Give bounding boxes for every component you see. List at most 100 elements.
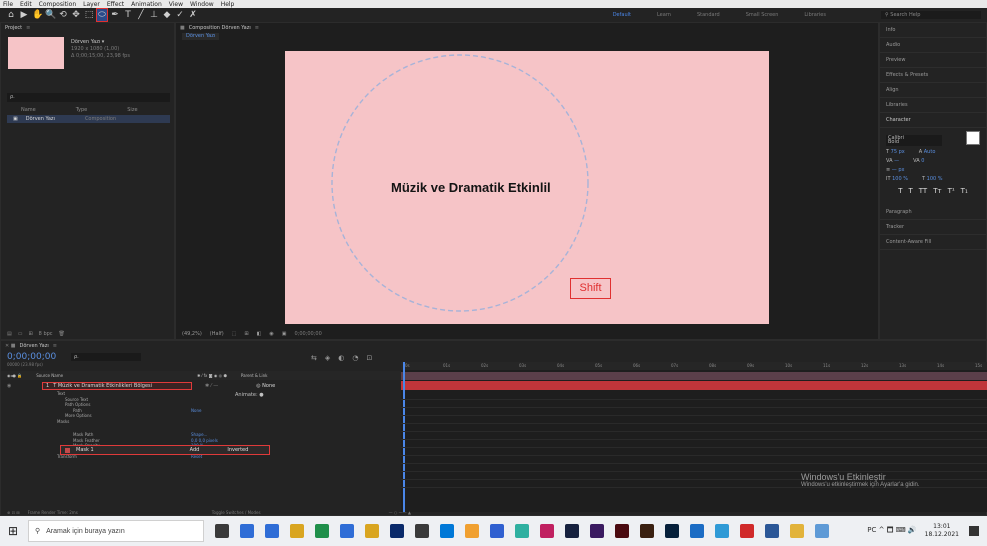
taskbar-app-icon[interactable] xyxy=(390,524,404,538)
panel-align[interactable]: Align xyxy=(880,83,986,98)
taskbar-app-icon[interactable] xyxy=(440,524,454,538)
bpc-label[interactable]: 8 bpc xyxy=(39,331,53,337)
work-area-bar[interactable] xyxy=(401,372,987,380)
menu-layer[interactable]: Layer xyxy=(83,1,100,8)
taskbar-app-icon[interactable] xyxy=(740,524,754,538)
vertical-scale-field[interactable]: IT 100 % xyxy=(886,175,908,184)
new-folder-icon[interactable]: ▭ xyxy=(18,331,23,337)
col-name[interactable]: Name xyxy=(21,107,36,114)
tool-12-icon[interactable]: ◆ xyxy=(162,9,172,21)
tracking-field[interactable]: VA 0 xyxy=(913,157,924,166)
property-value[interactable]: Reset xyxy=(191,454,202,459)
panel-info[interactable]: Info xyxy=(880,23,986,38)
tool-9-icon[interactable]: T xyxy=(123,9,133,21)
property-value[interactable]: None xyxy=(191,408,201,413)
tool-7-icon[interactable]: ⬭ xyxy=(96,8,108,22)
motion-blur-icon[interactable]: ◐ xyxy=(338,354,344,362)
tool-5-icon[interactable]: ✥ xyxy=(71,9,81,21)
windows-start-icon[interactable]: ⊞ xyxy=(8,524,24,538)
col-source-name[interactable]: Source Name xyxy=(36,373,63,378)
layer-switches[interactable]: ✱ ⁄ — xyxy=(205,383,218,389)
taskbar-app-icon[interactable] xyxy=(490,524,504,538)
text-style-button-0[interactable]: T xyxy=(898,187,902,196)
taskbar-app-icon[interactable] xyxy=(615,524,629,538)
menu-edit[interactable]: Edit xyxy=(20,1,32,8)
toggle-switches-modes[interactable]: Toggle Switches / Modes xyxy=(212,510,261,515)
tool-1-icon[interactable]: ▶ xyxy=(19,9,29,21)
col-size[interactable]: Size xyxy=(127,107,137,114)
taskbar-app-icon[interactable] xyxy=(815,524,829,538)
panel-libraries[interactable]: Libraries xyxy=(880,98,986,113)
property-row[interactable]: Transform Reset xyxy=(1,454,401,460)
layer-visibility-icon[interactable]: ◉ xyxy=(1,383,43,389)
horizontal-scale-field[interactable]: T 100 % xyxy=(922,175,943,184)
taskbar-app-icon[interactable] xyxy=(690,524,704,538)
timeline-tab[interactable]: ✕ ■ Dörven Yazı ≡ xyxy=(1,341,986,351)
character-panel-header[interactable]: Character xyxy=(880,113,986,128)
mask-inverted-checkbox[interactable]: Inverted xyxy=(227,447,248,453)
footer-toggles-icon[interactable]: ⊕ ⊡ ⊞ xyxy=(7,510,20,515)
taskbar-app-icon[interactable] xyxy=(590,524,604,538)
menu-animation[interactable]: Animation xyxy=(131,1,162,8)
workspace-learn[interactable]: Learn xyxy=(657,12,671,18)
taskbar-app-icon[interactable] xyxy=(340,524,354,538)
col-parent[interactable]: Parent & Link xyxy=(241,373,268,378)
text-style-button-5[interactable]: T₁ xyxy=(961,187,968,196)
taskbar-app-icon[interactable] xyxy=(290,524,304,538)
trash-icon[interactable]: 🗑 xyxy=(59,331,65,337)
text-style-button-2[interactable]: TT xyxy=(919,187,927,196)
timeline-track-area[interactable]: 0s 01s 02s 03s 04s 05s 06s 07s 08s 09s 10s 11s 12s 13… xyxy=(401,362,987,512)
panel-paragraph[interactable]: Paragraph xyxy=(880,205,986,220)
taskbar-app-icon[interactable] xyxy=(515,524,529,538)
menu-help[interactable]: Help xyxy=(221,1,235,8)
taskbar-app-icon[interactable] xyxy=(565,524,579,538)
mask-color-swatch[interactable] xyxy=(65,447,70,453)
lock-icon[interactable]: ■ xyxy=(180,25,185,31)
stroke-width-field[interactable]: ≡ — px xyxy=(886,166,980,175)
panel-preview[interactable]: Preview xyxy=(880,53,986,68)
workspace-libraries[interactable]: Libraries xyxy=(804,12,826,18)
property-row[interactable]: Masks xyxy=(1,419,401,425)
resolution-dropdown[interactable]: (Half) xyxy=(210,331,224,337)
taskbar-app-icon[interactable] xyxy=(765,524,779,538)
col-type[interactable]: Type xyxy=(76,107,87,114)
taskbar-app-icon[interactable] xyxy=(665,524,679,538)
project-search-input[interactable]: ρ. xyxy=(7,93,170,102)
canvas-text-layer[interactable]: Müzik ve Dramatik Etkinlil xyxy=(391,180,551,195)
tool-4-icon[interactable]: ⟲ xyxy=(58,9,68,21)
taskbar-app-icon[interactable] xyxy=(640,524,654,538)
taskbar-app-icon[interactable] xyxy=(715,524,729,538)
text-style-button-3[interactable]: Tт xyxy=(933,187,941,196)
text-style-button-4[interactable]: T¹ xyxy=(948,187,955,196)
property-value[interactable]: 0,0 0,0 pixels xyxy=(191,438,218,443)
tool-14-icon[interactable]: ✗ xyxy=(188,9,198,21)
panel-tracker[interactable]: Tracker xyxy=(880,220,986,235)
menu-window[interactable]: Window xyxy=(190,1,214,8)
panel-audio[interactable]: Audio xyxy=(880,38,986,53)
time-ruler[interactable]: 0s 01s 02s 03s 04s 05s 06s 07s 08s 09s 10s 11s 12s 13… xyxy=(401,362,987,370)
taskbar-app-icon[interactable] xyxy=(465,524,479,538)
draft-3d-icon[interactable]: ◈ xyxy=(325,354,330,362)
leading-field[interactable]: A Auto xyxy=(919,148,936,157)
workspace-standard[interactable]: Standard xyxy=(697,12,720,18)
tool-3-icon[interactable]: 🔍 xyxy=(45,9,56,21)
composition-tab[interactable]: ■ Composition Dörven Yazı ≡ xyxy=(176,23,878,32)
camera-snapshot-icon[interactable]: ▣ xyxy=(282,331,287,337)
project-tab[interactable]: Project ≡ xyxy=(1,23,174,32)
notification-icon[interactable] xyxy=(969,526,979,536)
property-value[interactable]: Shape... xyxy=(191,432,207,437)
fill-color-swatch[interactable] xyxy=(966,131,980,145)
search-help-input[interactable]: ⚲ Search Help xyxy=(881,11,981,19)
frame-blending-icon[interactable]: ⊡ xyxy=(366,354,372,362)
tool-11-icon[interactable]: ⊥ xyxy=(149,9,159,21)
taskbar-app-icon[interactable] xyxy=(240,524,254,538)
tool-2-icon[interactable]: ✋ xyxy=(32,9,43,21)
channel-icon[interactable]: ◉ xyxy=(269,331,273,337)
tool-10-icon[interactable]: ╱ xyxy=(136,9,146,21)
animate-button[interactable]: Animate: ● xyxy=(235,392,264,398)
project-item[interactable]: ▣ Dörven Yazı Composition xyxy=(7,115,170,123)
panel-effects-presets[interactable]: Effects & Presets xyxy=(880,68,986,83)
tool-0-icon[interactable]: ⌂ xyxy=(6,9,16,21)
grid-icon[interactable]: ⊞ xyxy=(244,331,248,337)
taskbar-app-icon[interactable] xyxy=(365,524,379,538)
